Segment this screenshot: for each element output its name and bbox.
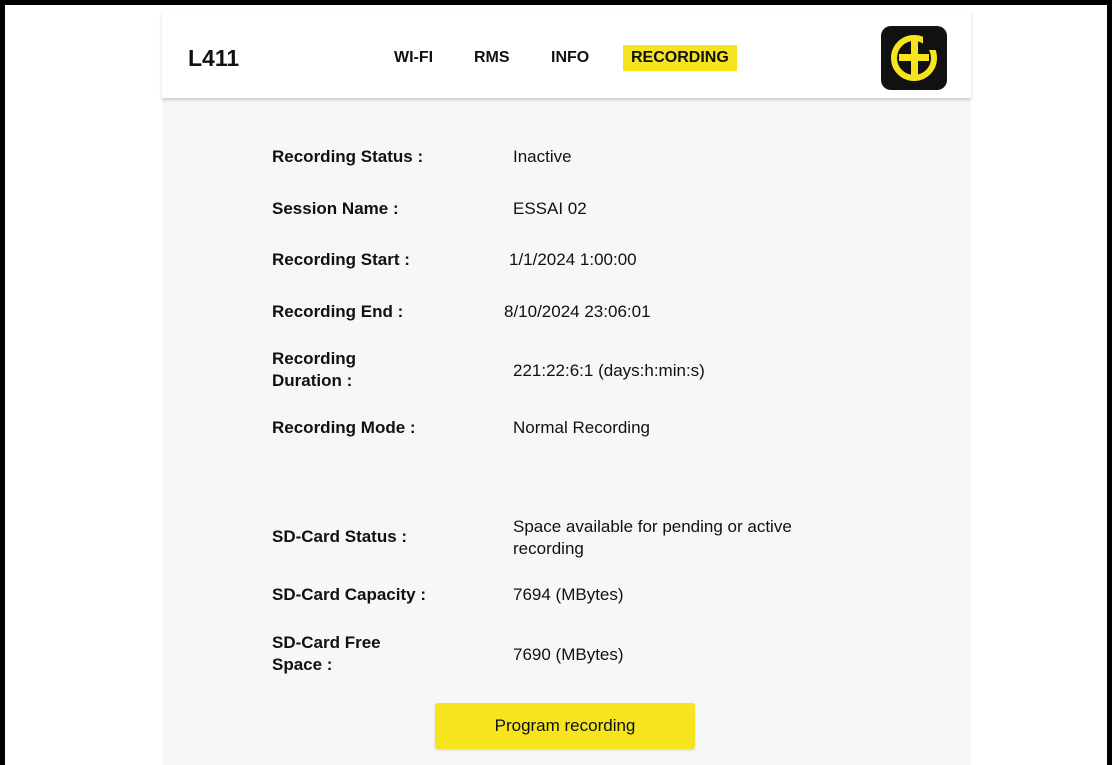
recording-duration-label: Recording Duration : <box>272 348 356 392</box>
recording-start-label: Recording Start : <box>272 250 410 269</box>
recording-page: L411 WI-FI RMS INFO RECORDING Recording … <box>162 12 971 765</box>
sdcard-status-value-line1: Space available for pending or active <box>513 517 792 536</box>
sdcard-free-value: 7690 (MBytes) <box>513 645 624 664</box>
top-navigation-bar: L411 WI-FI RMS INFO RECORDING <box>162 12 971 98</box>
device-name: L411 <box>188 45 240 71</box>
recording-duration-label-line1: Recording <box>272 349 357 368</box>
sdcard-status-value: Space available for pending or active re… <box>513 516 792 560</box>
tab-wifi[interactable]: WI-FI <box>394 45 433 71</box>
tab-rms[interactable]: RMS <box>474 45 510 71</box>
session-name-label: Session Name : <box>272 199 399 218</box>
recording-start-value: 1/1/2024 1:00:00 <box>509 250 637 269</box>
recording-mode-label: Recording Mode : <box>272 418 416 437</box>
sdcard-status-value-line2: recording <box>513 539 584 558</box>
sdcard-capacity-label: SD-Card Capacity : <box>272 585 426 604</box>
sdcard-status-label: SD-Card Status : <box>272 527 408 546</box>
recording-end-label: Recording End : <box>272 302 404 321</box>
ca-logo-icon <box>881 26 947 90</box>
sdcard-free-label-line1: SD-Card Free <box>272 633 381 652</box>
recording-duration-value: 221:22:6:1 (days:h:min:s) <box>513 361 705 380</box>
recording-end-value: 8/10/2024 23:06:01 <box>504 302 651 321</box>
sdcard-free-label: SD-Card Free Space : <box>272 632 381 676</box>
tab-recording[interactable]: RECORDING <box>623 45 737 71</box>
sdcard-free-label-line2: Space : <box>272 655 333 674</box>
recording-status-value: Inactive <box>513 147 572 166</box>
sdcard-capacity-value: 7694 (MBytes) <box>513 585 624 604</box>
recording-duration-label-line2: Duration : <box>272 371 353 390</box>
session-name-value: ESSAI 02 <box>513 199 587 218</box>
recording-status-label: Recording Status : <box>272 147 424 166</box>
tab-info[interactable]: INFO <box>551 45 589 71</box>
recording-mode-value: Normal Recording <box>513 418 650 437</box>
program-recording-button[interactable]: Program recording <box>435 703 695 749</box>
